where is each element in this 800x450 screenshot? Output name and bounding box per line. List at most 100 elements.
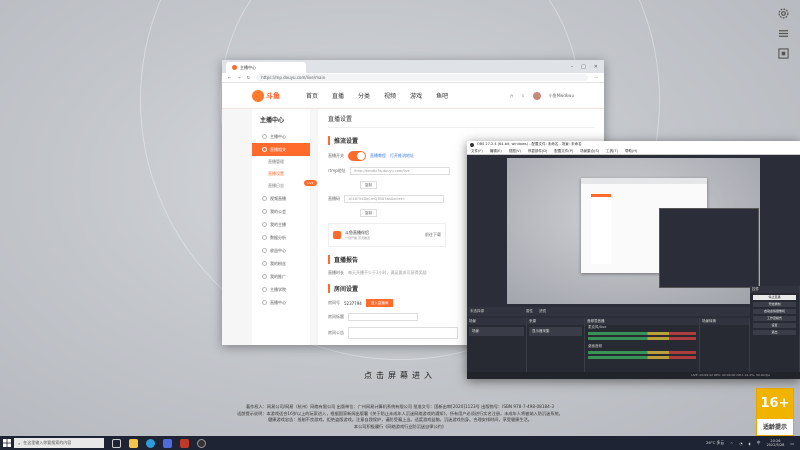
nav-home[interactable]: 首页: [306, 91, 318, 100]
menu-tools[interactable]: 工具(T): [606, 149, 618, 154]
properties-button[interactable]: 属性: [526, 309, 533, 314]
filters-button[interactable]: 滤镜: [539, 309, 546, 314]
report-label: 直播时长: [328, 270, 344, 275]
notice-field[interactable]: [348, 327, 458, 339]
menu-help[interactable]: 帮助(H): [625, 149, 637, 154]
store-icon[interactable]: [163, 438, 172, 448]
system-tray: 26°C 多云 ^ ◔ ◖ 中 20:26 2022/5/28 ▭: [706, 439, 800, 448]
nav-category[interactable]: 分类: [358, 91, 370, 100]
task-view-icon[interactable]: [112, 438, 121, 448]
settings-button[interactable]: 设置: [753, 323, 796, 328]
sidebar-sub-log[interactable]: 直播日志: [252, 180, 310, 192]
forward-icon[interactable]: →: [237, 75, 240, 80]
history-icon[interactable]: ◷: [510, 93, 514, 98]
desktop-fader[interactable]: [588, 356, 696, 359]
title-label: 房间标题: [328, 314, 344, 319]
copy-code-button[interactable]: 复制: [360, 209, 377, 217]
code-icon[interactable]: [776, 46, 790, 60]
reload-icon[interactable]: ↻: [247, 75, 250, 80]
avatar[interactable]: [532, 91, 541, 100]
settings-icon[interactable]: [776, 6, 790, 20]
sidebar-item-promo[interactable]: 我的推广: [252, 270, 310, 283]
game-launcher-icon[interactable]: [180, 438, 189, 448]
menu-scene-collection[interactable]: 场景集合(S): [580, 149, 599, 154]
obs-preview[interactable]: [507, 158, 760, 304]
menu-edit[interactable]: 编辑(E): [490, 149, 502, 154]
room-value: 5237794: [344, 300, 362, 306]
more-icon[interactable]: ···: [594, 75, 598, 80]
start-recording-button[interactable]: 开始录制: [753, 302, 796, 307]
sidebar-item-guild[interactable]: 我的公会: [252, 205, 310, 218]
preview-browser-side: [591, 194, 611, 264]
mic-fader[interactable]: [588, 337, 696, 340]
sidebar-item-academy[interactable]: 主播学院: [252, 283, 310, 296]
nav-live[interactable]: 直播: [332, 91, 344, 100]
sidebar-sub-settings[interactable]: 直播设置: [252, 168, 310, 180]
virtual-camera-button[interactable]: 启动虚拟摄像机: [753, 309, 796, 314]
weather[interactable]: 26°C 多云: [706, 440, 724, 446]
menu-docks[interactable]: 停靠部件(D): [528, 149, 547, 154]
url-input[interactable]: https://mp.douyu.com/live/main: [256, 74, 589, 81]
menu-file[interactable]: 文件(F): [471, 149, 483, 154]
enter-room-button[interactable]: 进入直播间: [365, 299, 394, 307]
browser-tab-title: 主播中心: [240, 64, 256, 70]
tutorial-link[interactable]: 直播教程: [370, 153, 386, 159]
nav-game[interactable]: 游戏: [410, 91, 422, 100]
scenes-header: 场景: [467, 318, 526, 325]
rtmp-field[interactable]: rtmp://sendtc3a.douyu.com/live: [349, 167, 450, 175]
sidebar-item-income[interactable]: 收益中心: [252, 244, 310, 257]
obs-icon[interactable]: [197, 438, 206, 448]
sidebar-item-data[interactable]: 数据分析: [252, 231, 310, 244]
minimize-icon[interactable]: –: [571, 64, 574, 70]
scene-item[interactable]: 场景: [469, 327, 524, 336]
windows-start-icon[interactable]: [0, 436, 14, 450]
sidebar-item-live[interactable]: 直播相关: [252, 143, 310, 156]
download-button[interactable]: 前往下载: [425, 232, 441, 238]
studio-mode-button[interactable]: 工作室模式: [753, 316, 796, 321]
nav-fishbar[interactable]: 鱼吧: [436, 91, 448, 100]
site-logo[interactable]: 斗鱼: [252, 89, 280, 102]
sidebar-item-label: 我的主播: [270, 221, 286, 227]
taskbar-search[interactable]: ⌕ 在这里输入你要搜索的内容: [14, 438, 104, 448]
tray-up-icon[interactable]: ^: [730, 441, 733, 446]
title-field[interactable]: [348, 313, 418, 321]
window-controls: – □ ✕: [571, 64, 604, 70]
menu-icon[interactable]: [776, 26, 790, 40]
network-icon[interactable]: ◔: [739, 441, 742, 446]
exit-button[interactable]: 退出: [753, 330, 796, 335]
file-explorer-icon[interactable]: [129, 438, 138, 448]
menu-profile[interactable]: 配置文件(P): [554, 149, 573, 154]
push-address-link[interactable]: 打开推流地址: [390, 153, 414, 159]
back-icon[interactable]: ←: [228, 75, 231, 80]
sidebar-item-anchor[interactable]: 我的主播: [252, 218, 310, 231]
edge-icon[interactable]: [146, 438, 155, 448]
sidebar-sub-manage[interactable]: 直播管理: [252, 156, 310, 168]
live-toggle[interactable]: [348, 151, 366, 161]
download-icon[interactable]: ⇩: [521, 93, 524, 98]
volume-icon[interactable]: ◖: [749, 441, 751, 446]
stop-streaming-button[interactable]: 停止直播: [753, 295, 796, 300]
companion-card[interactable]: 斗鱼直播伴侣 一键开播 高清推流 前往下载: [328, 223, 446, 247]
close-icon[interactable]: ✕: [594, 64, 598, 70]
maximize-icon[interactable]: □: [581, 64, 586, 70]
companion-sub: 一键开播 高清推流: [345, 236, 370, 240]
user-name[interactable]: 小鱼Mwdkwu: [549, 93, 574, 99]
notification-icon[interactable]: ▭: [790, 441, 794, 446]
controls-header: 控件: [750, 286, 799, 293]
stream-key-field[interactable]: 1016754DqCmQTBD?wsSecret=: [344, 195, 444, 203]
menu-view[interactable]: 视图(V): [509, 149, 521, 154]
sidebar-item-video[interactable]: 视频直播: [252, 192, 310, 205]
clock[interactable]: 20:26 2022/5/28: [766, 439, 784, 448]
sidebar-item-fans[interactable]: 我的粉丝: [252, 257, 310, 270]
guild-icon: [262, 209, 267, 214]
source-item[interactable]: 显示器采集: [529, 327, 582, 336]
sidebar-item-home[interactable]: 主播中心: [252, 130, 310, 143]
click-to-enter[interactable]: 点击屏幕进入: [0, 370, 800, 381]
ime-indicator[interactable]: 中: [757, 440, 761, 446]
copy-rtmp-button[interactable]: 复制: [360, 181, 377, 189]
sidebar-item-center[interactable]: 直播中心: [252, 296, 310, 309]
logo-text: 斗鱼: [266, 91, 280, 100]
nav-video[interactable]: 视频: [384, 91, 396, 100]
browser-tab[interactable]: 主播中心: [226, 62, 306, 73]
sidebar-item-label: 我的推广: [270, 273, 286, 279]
